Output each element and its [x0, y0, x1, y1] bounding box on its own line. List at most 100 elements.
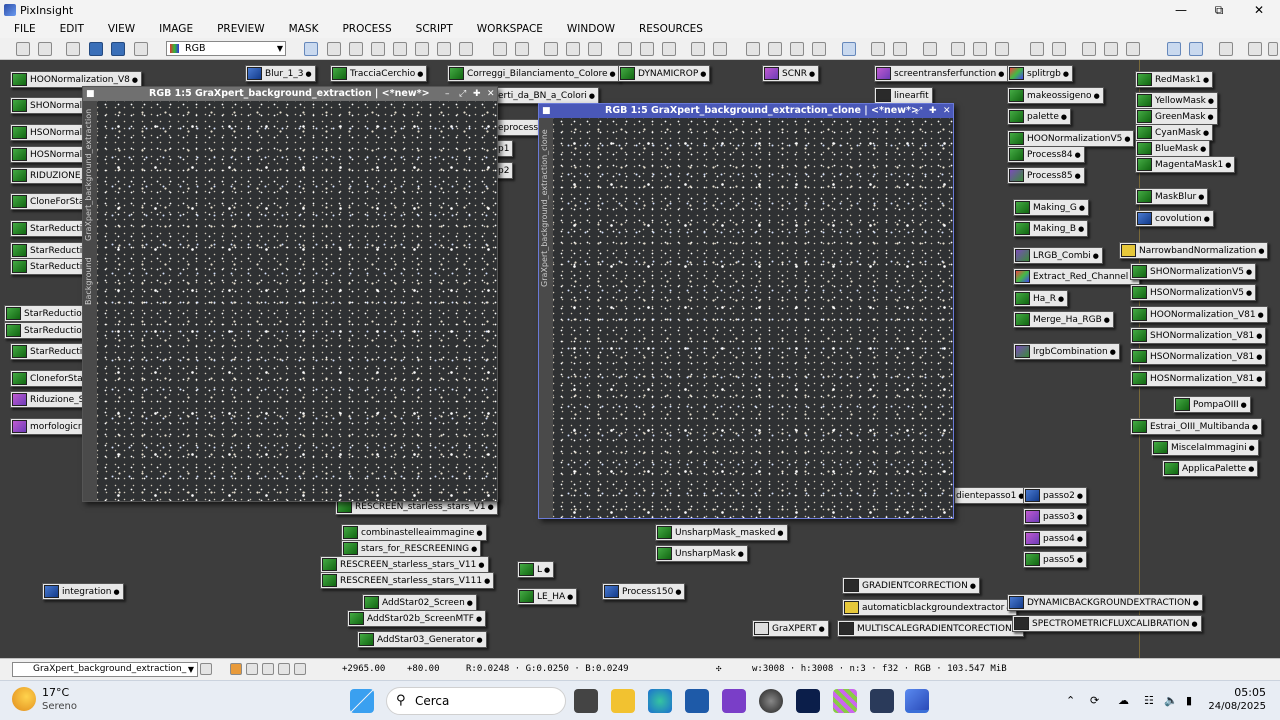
image-window-clone[interactable]: RGB 1:5 GraXpert_background_extraction_c…: [538, 103, 954, 519]
process-icon-lrgb-combi[interactable]: LRGB_Combi ●: [1013, 247, 1103, 264]
app-icon-5[interactable]: [870, 689, 894, 713]
window-iconize-icon[interactable]: ⤢: [459, 87, 466, 101]
process-icon-magentamask1[interactable]: MagentaMask1 ●: [1135, 156, 1236, 173]
process-icon-applicapalette[interactable]: ApplicaPalette ●: [1162, 460, 1259, 477]
process-icon-hsonormalization-v81[interactable]: HSONormalization_V81 ●: [1130, 348, 1267, 365]
zoom-in-icon[interactable]: [493, 42, 507, 56]
center-mode-icon[interactable]: [371, 42, 385, 56]
preview-select-icon[interactable]: [262, 663, 274, 675]
format-icon[interactable]: [1082, 42, 1096, 56]
process-icon-unsharpmask-masked[interactable]: UnsharpMask_masked ●: [655, 524, 788, 541]
process-icon-p2[interactable]: p2: [496, 162, 514, 179]
menu-window[interactable]: WINDOW: [567, 23, 615, 35]
new-image-icon[interactable]: [111, 42, 125, 56]
process-icon-merge-ha-rgb[interactable]: Merge_Ha_RGB ●: [1013, 311, 1114, 328]
edge-icon[interactable]: [648, 689, 672, 713]
process-icon-covolution[interactable]: covolution ●: [1135, 210, 1214, 227]
process-icon-stars-for-rescreening[interactable]: stars_for_RESCREENING ●: [341, 540, 482, 557]
pixinsight-taskbar-icon[interactable]: [905, 689, 929, 713]
window-iconize-icon[interactable]: ⤢: [915, 104, 922, 118]
stf-reset-icon[interactable]: [893, 42, 907, 56]
process-icon-unsharpmask[interactable]: UnsharpMask ●: [655, 545, 748, 562]
app-icon-4[interactable]: [833, 689, 857, 713]
app-icon-3[interactable]: [759, 689, 783, 713]
app-icon-1[interactable]: [685, 689, 709, 713]
process-icon-palette[interactable]: palette ●: [1007, 108, 1071, 125]
pan-mode-icon[interactable]: [349, 42, 363, 56]
speaker-icon[interactable]: 🔈: [1164, 694, 1178, 707]
process-icon-redmask1[interactable]: RedMask1 ●: [1135, 71, 1214, 88]
zoom-out-icon[interactable]: [515, 42, 529, 56]
weather-description[interactable]: Sereno: [42, 701, 77, 712]
process-icon-hosnormalization-v81[interactable]: HOSNormalization_V81 ●: [1130, 370, 1267, 387]
preview-add-icon[interactable]: [294, 663, 306, 675]
color-space-select[interactable]: RGB ▼: [166, 41, 286, 56]
process-icon-scnr[interactable]: SCNR ●: [762, 65, 820, 82]
fit-height-icon[interactable]: [662, 42, 676, 56]
process-icon-rescreen-starless-stars-v11[interactable]: RESCREEN_starless_stars_V11 ●: [320, 556, 489, 573]
process-icon-greenmask[interactable]: GreenMask ●: [1135, 108, 1218, 125]
view-tab-background[interactable]: Background: [84, 251, 96, 311]
clock-date[interactable]: 24/08/2025: [1200, 701, 1266, 712]
channel-b-icon[interactable]: [995, 42, 1009, 56]
process-console-icon[interactable]: [1104, 42, 1118, 56]
process-icon-lrgbcombination[interactable]: lrgbCombination ●: [1013, 343, 1120, 360]
process-icon-passo4[interactable]: passo4 ●: [1023, 530, 1087, 547]
process-icon-pompaoiii[interactable]: PompaOIII ●: [1173, 396, 1251, 413]
save-icon[interactable]: [89, 42, 103, 56]
process-icon-hoonormalization-v81[interactable]: HOONormalization_V81 ●: [1130, 306, 1268, 323]
close-image-icon[interactable]: [134, 42, 148, 56]
rotate-icon[interactable]: [713, 42, 727, 56]
window-maximize-icon[interactable]: ✚: [473, 87, 481, 101]
explorer-icon[interactable]: [1030, 42, 1044, 56]
chevron-up-icon[interactable]: ⌃: [1066, 694, 1075, 707]
process-icon-eprocess[interactable]: eprocess: [496, 119, 543, 136]
stf-icon[interactable]: [842, 42, 856, 56]
process-icon-cyanmask[interactable]: CyanMask ●: [1135, 124, 1214, 141]
menu-workspace[interactable]: WORKSPACE: [477, 23, 543, 35]
workspace-2-icon[interactable]: [1189, 42, 1203, 56]
image-window-title[interactable]: RGB 1:5 GraXpert_background_extraction |…: [83, 87, 497, 101]
process-icon-l[interactable]: L ●: [517, 561, 555, 578]
photoshop-icon[interactable]: [796, 689, 820, 713]
process-icon-passo2[interactable]: passo2 ●: [1023, 487, 1087, 504]
process-icon-dynamicbackgroundextraction[interactable]: DYNAMICBACKGROUNDEXTRACTION ●: [1007, 594, 1203, 611]
start-icon[interactable]: [350, 689, 374, 713]
process-icon-yellowmask[interactable]: YellowMask ●: [1135, 92, 1218, 109]
process-icon-dynamicrop[interactable]: DYNAMICROP ●: [618, 65, 711, 82]
process-icon-starreductio-4[interactable]: StarReductio: [10, 343, 92, 360]
menu-edit[interactable]: EDIT: [60, 23, 84, 35]
view-explorer-icon[interactable]: [1126, 42, 1140, 56]
channel-r-icon[interactable]: [951, 42, 965, 56]
process-icon-passo5[interactable]: passo5 ●: [1023, 551, 1087, 568]
process-icon-riduzione[interactable]: RIDUZIONE_: [10, 167, 90, 184]
process-icon-makeossigeno[interactable]: makeossigeno ●: [1007, 87, 1104, 104]
process-icon-estrai-oiii-multibanda[interactable]: Estrai_OIII_Multibanda ●: [1130, 418, 1262, 435]
process-icon-passo3[interactable]: passo3 ●: [1023, 508, 1087, 525]
star-field-image[interactable]: [553, 118, 953, 518]
process-icon-process84[interactable]: Process84 ●: [1007, 146, 1085, 163]
process-icon-bluemask[interactable]: BlueMask ●: [1135, 140, 1211, 157]
menu-script[interactable]: SCRIPT: [416, 23, 453, 35]
workspace-4-icon[interactable]: [1248, 42, 1262, 56]
process-icon-narrowbandnormalization[interactable]: NarrowbandNormalization ●: [1119, 242, 1269, 259]
star-field-image[interactable]: [97, 101, 497, 501]
process-icon-process150[interactable]: Process150 ●: [602, 583, 686, 600]
menu-file[interactable]: FILE: [14, 23, 36, 35]
process-icon-automaticblackgroundextractor[interactable]: automaticblackgroundextractor●: [842, 599, 1017, 616]
process-icon-spectrometricfluxcalibration[interactable]: SPECTROMETRICFLUXCALIBRATION ●: [1012, 615, 1202, 632]
view-tab-clone[interactable]: GraXpert_background_extraction_clone: [540, 128, 552, 288]
process-icon-addstar02b-screenmtf[interactable]: AddStar02b_ScreenMTF ●: [347, 610, 487, 627]
view-lock-icon[interactable]: [200, 663, 212, 675]
zoom-optimal-icon[interactable]: [588, 42, 602, 56]
move-icon[interactable]: [393, 42, 407, 56]
window-shade-icon[interactable]: –: [901, 104, 906, 118]
process-icon-morfologicra[interactable]: morfologicra: [10, 418, 92, 435]
process-icon-making-b[interactable]: Making_B ●: [1013, 220, 1089, 237]
process-icon-hoonormalizationv5[interactable]: HOONormalizationV5 ●: [1007, 130, 1135, 147]
readout-mode-icon[interactable]: [304, 42, 318, 56]
sync-icon[interactable]: ⟳: [1090, 694, 1099, 707]
fit-view-icon[interactable]: [618, 42, 632, 56]
toolbar-overflow-icon[interactable]: [1268, 42, 1278, 56]
minimize-button[interactable]: —: [1162, 0, 1200, 20]
